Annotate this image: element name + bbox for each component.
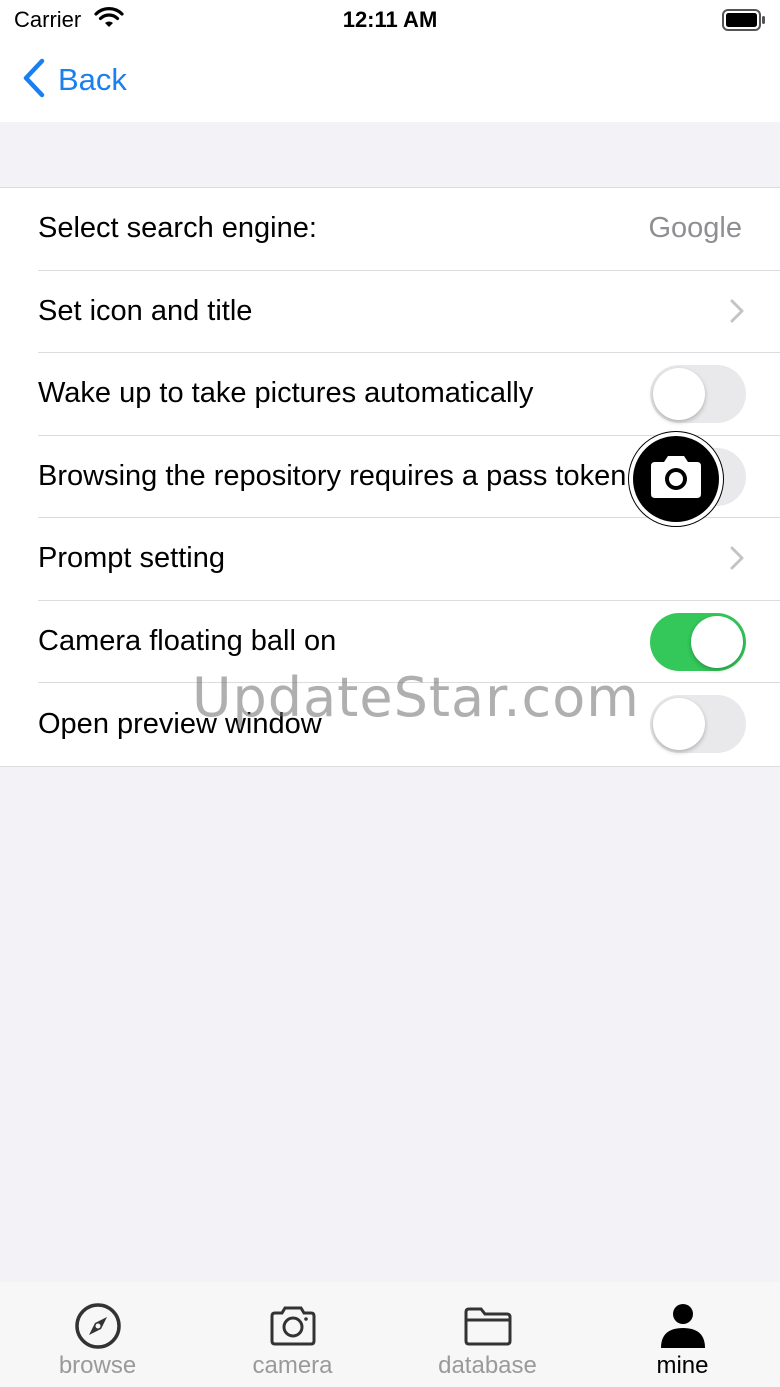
camera-icon xyxy=(647,454,705,505)
row-icon-and-title[interactable]: Set icon and title xyxy=(38,271,780,353)
back-button[interactable]: Back xyxy=(22,58,127,102)
row-wake-up-pictures: Wake up to take pictures automatically xyxy=(38,353,780,436)
search-engine-value: Google xyxy=(648,212,742,245)
row-label: Browsing the repository requires a pass … xyxy=(38,459,627,492)
preview-window-toggle[interactable] xyxy=(650,695,746,753)
tab-database[interactable]: database xyxy=(390,1282,585,1387)
tab-mine[interactable]: mine xyxy=(585,1282,780,1387)
chevron-right-icon xyxy=(730,546,744,575)
tab-label: camera xyxy=(252,1352,333,1379)
tab-label: mine xyxy=(656,1352,709,1379)
status-bar: Carrier 12:11 AM xyxy=(0,0,780,40)
back-label: Back xyxy=(58,62,127,97)
chevron-left-icon xyxy=(22,58,46,103)
battery-icon xyxy=(722,9,766,36)
navigation-bar: Back xyxy=(0,40,780,122)
row-label: Wake up to take pictures automatically xyxy=(38,377,534,410)
watermark: UpdateStar.com xyxy=(192,666,640,729)
tab-label: database xyxy=(438,1352,537,1379)
tab-camera[interactable]: camera xyxy=(195,1282,390,1387)
toggle-knob xyxy=(653,368,705,420)
clock: 12:11 AM xyxy=(342,7,438,32)
row-label: Set icon and title xyxy=(38,294,253,327)
person-icon xyxy=(659,1300,707,1352)
row-label: Prompt setting xyxy=(38,542,225,575)
tab-label: browse xyxy=(58,1352,137,1379)
camera-floating-ball[interactable] xyxy=(629,432,723,526)
chevron-right-icon xyxy=(730,299,744,328)
folder-icon xyxy=(463,1300,513,1352)
row-label: Camera floating ball on xyxy=(38,624,337,657)
camera-icon xyxy=(269,1300,317,1352)
compass-icon xyxy=(74,1300,122,1352)
camera-floating-ball-toggle[interactable] xyxy=(650,612,746,671)
tab-bar: browse camera database mine xyxy=(0,1282,780,1387)
toggle-knob xyxy=(691,615,743,668)
wake-up-pictures-toggle[interactable] xyxy=(650,365,746,423)
tab-browse[interactable]: browse xyxy=(0,1282,195,1387)
row-search-engine[interactable]: Select search engine: Google xyxy=(38,188,780,271)
row-label: Select search engine: xyxy=(38,212,317,245)
toggle-knob xyxy=(653,698,705,750)
row-prompt-setting[interactable]: Prompt setting xyxy=(38,518,780,601)
